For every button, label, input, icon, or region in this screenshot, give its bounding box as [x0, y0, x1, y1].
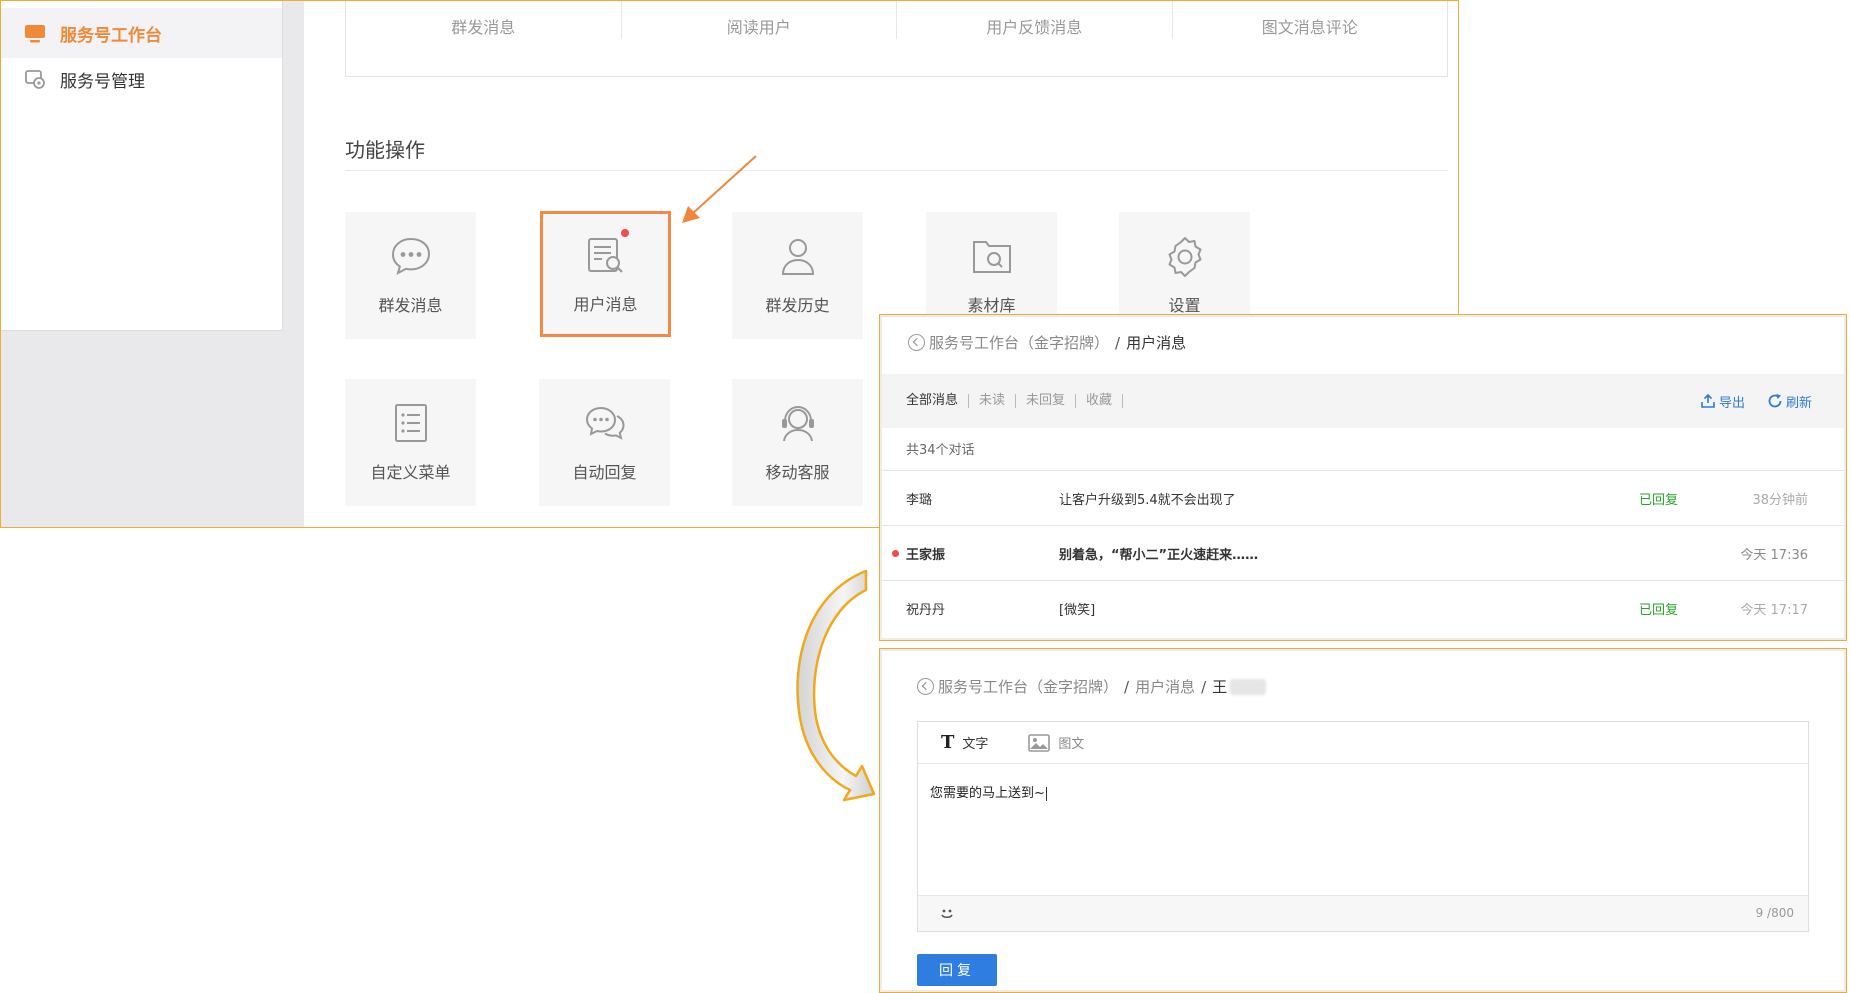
blurred-name: [1230, 678, 1267, 695]
tile-label: 群发历史: [765, 296, 830, 315]
sidebar-item-label: 服务号工作台: [60, 25, 162, 46]
tile-broadcast-history[interactable]: 群发历史: [732, 212, 863, 339]
user-message-icon: [587, 238, 623, 273]
reply-textarea[interactable]: 您需要的马上送到~: [930, 782, 1790, 882]
breadcrumb-separator: /: [1124, 677, 1130, 696]
list-menu-icon: [394, 404, 427, 442]
tool-image-text[interactable]: 图文: [1028, 733, 1084, 752]
breadcrumb: 服务号工作台（金字招牌） / 用户消息 / 王: [917, 676, 1267, 697]
filter-unreplied[interactable]: 未回复: [1016, 394, 1077, 408]
tool-image-label: 图文: [1058, 737, 1085, 752]
tab-comments[interactable]: 图文消息评论: [1173, 1, 1448, 39]
unread-dot: [892, 550, 899, 557]
export-button[interactable]: 导出: [1700, 392, 1745, 411]
message-text: [微笑]: [1059, 603, 1096, 618]
tile-label: 移动客服: [765, 463, 830, 482]
person-icon: [781, 239, 814, 275]
conversation-count: 共34个对话: [906, 443, 975, 458]
tile-custom-menu[interactable]: 自定义菜单: [345, 379, 476, 506]
sidebar-item-manage[interactable]: 服务号管理: [1, 54, 282, 104]
message-row[interactable]: 王家振 别着急，“帮小二”正火速赶来…… 今天 17:36: [882, 525, 1844, 579]
unread-badge: [621, 229, 629, 237]
sender-name: 祝丹丹: [906, 603, 946, 618]
gear-icon: [1168, 237, 1201, 277]
editor-footer: 9 /800: [918, 895, 1808, 931]
monitor-icon: [25, 25, 45, 43]
sender-name: 李璐: [906, 493, 933, 508]
breadcrumb-separator: /: [1201, 677, 1207, 696]
section-title: 功能操作: [345, 138, 425, 162]
tile-label: 自定义菜单: [370, 463, 451, 482]
breadcrumb: 服务号工作台（金字招牌） / 用户消息: [908, 332, 1186, 353]
user-messages-panel: 服务号工作台（金字招牌） / 用户消息 全部消息 未读 未回复 收藏 导出 刷新: [879, 314, 1847, 641]
breadcrumb-middle[interactable]: 用户消息: [1135, 676, 1195, 697]
refresh-icon: [1768, 394, 1782, 408]
reply-editor: T 文字 图文 您需要的马上送到~ 9 /800: [917, 721, 1809, 932]
reply-status: 已回复: [1639, 493, 1679, 508]
tab-readers[interactable]: 阅读用户: [622, 1, 897, 39]
filter-starred[interactable]: 收藏: [1076, 394, 1124, 408]
filter-unread[interactable]: 未读: [969, 394, 1017, 408]
message-time: 38分钟前: [1752, 493, 1808, 508]
message-time: 今天 17:17: [1740, 603, 1808, 618]
chat-bubble-icon: [391, 237, 430, 275]
refresh-button[interactable]: 刷新: [1767, 392, 1812, 411]
message-time: 今天 17:36: [1740, 548, 1808, 563]
reply-content: 您需要的马上送到~: [930, 786, 1045, 801]
breadcrumb-separator: /: [1115, 333, 1121, 352]
editor-toolbar: T 文字 图文: [918, 722, 1808, 764]
back-icon[interactable]: [917, 678, 934, 695]
text-icon: T: [941, 732, 955, 753]
reply-panel: 服务号工作台（金字招牌） / 用户消息 / 王 T 文字 图文 您需要的马上送到…: [879, 648, 1847, 993]
breadcrumb-current: 用户消息: [1126, 334, 1187, 352]
emoji-icon[interactable]: [938, 905, 956, 923]
upload-icon: [1701, 393, 1715, 408]
tile-label: 素材库: [967, 296, 1016, 315]
material-icon: [972, 241, 1011, 273]
reply-status: 已回复: [1639, 603, 1679, 618]
tile-label: 群发消息: [378, 296, 443, 315]
headset-icon: [781, 405, 814, 442]
tile-broadcast[interactable]: 群发消息: [345, 212, 476, 339]
refresh-label: 刷新: [1785, 395, 1812, 411]
panel-actions: 导出 刷新: [1700, 374, 1812, 428]
tool-text-label: 文字: [962, 737, 989, 752]
export-label: 导出: [1718, 395, 1745, 411]
tab-broadcast[interactable]: 群发消息: [346, 1, 622, 39]
tile-label: 用户消息: [573, 295, 638, 314]
sidebar-item-label: 服务号管理: [60, 71, 145, 92]
divider: [345, 170, 1448, 171]
tile-label: 自动回复: [572, 463, 637, 482]
message-text: 让客户升级到5.4就不会出现了: [1059, 493, 1236, 508]
filter-bar: 全部消息 未读 未回复 收藏 导出 刷新: [882, 374, 1844, 428]
manage-icon: [25, 70, 45, 89]
char-counter: 9 /800: [1755, 906, 1794, 920]
message-row[interactable]: 李璐 让客户升级到5.4就不会出现了 已回复 38分钟前: [882, 470, 1844, 524]
breadcrumb-current: 王: [1212, 678, 1228, 696]
sender-name: 王家振: [906, 548, 946, 563]
breadcrumb-root[interactable]: 服务号工作台（金字招牌）: [929, 332, 1109, 353]
double-bubble-icon: [585, 406, 625, 440]
filter-all[interactable]: 全部消息: [906, 394, 970, 408]
top-tabs: 群发消息 阅读用户 用户反馈消息 图文消息评论: [345, 1, 1448, 77]
tile-label: 设置: [1168, 296, 1201, 315]
reply-button[interactable]: 回复: [917, 954, 997, 986]
tab-feedback[interactable]: 用户反馈消息: [897, 1, 1173, 39]
tile-mobile-service[interactable]: 移动客服: [732, 379, 863, 506]
tool-text[interactable]: T 文字: [941, 732, 988, 753]
image-icon: [1028, 733, 1051, 752]
breadcrumb-root[interactable]: 服务号工作台（金字招牌）: [938, 676, 1118, 697]
flow-arrow: [796, 569, 876, 802]
annotation-arrow: [682, 155, 757, 223]
sidebar-item-workbench[interactable]: 服务号工作台: [1, 8, 282, 58]
sidebar: 服务号工作台 服务号管理: [1, 1, 283, 331]
back-icon[interactable]: [908, 334, 925, 351]
tile-user-messages[interactable]: 用户消息: [540, 211, 671, 337]
tile-auto-reply[interactable]: 自动回复: [539, 379, 670, 506]
message-text: 别着急，“帮小二”正火速赶来……: [1059, 548, 1259, 563]
text-caret: [1045, 786, 1047, 801]
message-row[interactable]: 祝丹丹 [微笑] 已回复 今天 17:17: [882, 580, 1844, 634]
